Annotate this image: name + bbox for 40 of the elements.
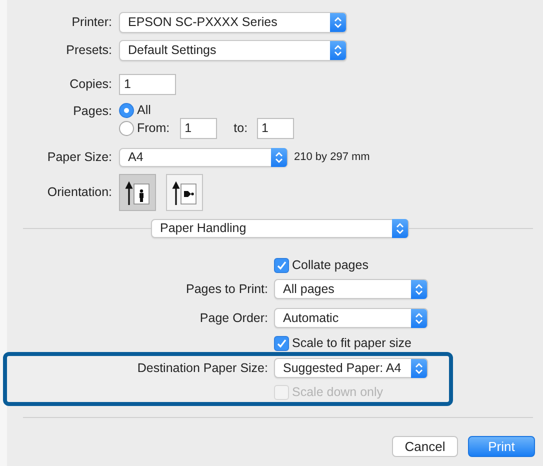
checkbox-label[interactable]: Collate pages	[292, 256, 368, 274]
cancel-button[interactable]: Cancel	[392, 436, 458, 457]
section-menu-select[interactable]: Paper Handling	[151, 219, 409, 238]
orientation-button[interactable]	[119, 174, 156, 211]
field-label: Printer:	[70, 14, 112, 32]
field-label: to:	[234, 120, 248, 138]
presets-select[interactable]: Default Settings	[119, 40, 347, 61]
field-label: Copies:	[68, 76, 112, 94]
radio-button[interactable]	[119, 121, 134, 136]
checkbox[interactable]	[274, 336, 289, 350]
field-label: Pages to Print:	[185, 280, 268, 298]
up-down-chevron-icon	[411, 280, 427, 298]
up-down-chevron-icon	[330, 13, 346, 32]
popup-select[interactable]: All pages	[274, 279, 428, 299]
checkbox-label[interactable]: Scale to fit paper size	[292, 334, 412, 352]
checkbox[interactable]	[274, 258, 289, 272]
up-down-chevron-icon	[411, 308, 427, 328]
checkbox-label: Scale down only	[292, 384, 384, 401]
orientation-button[interactable]	[166, 174, 203, 211]
field-label: Orientation:	[46, 184, 112, 202]
to-field[interactable]: 1	[256, 118, 294, 139]
copies-field[interactable]: 1	[119, 74, 176, 95]
field-label: Presets:	[65, 42, 112, 60]
field-label: Pages:	[72, 103, 112, 120]
radio-label[interactable]: From:	[137, 119, 170, 138]
popup-select[interactable]: Automatic	[274, 308, 428, 328]
up-down-chevron-icon	[330, 41, 346, 60]
popup-select[interactable]: Suggested Paper: A4	[274, 358, 428, 378]
paper-size-select[interactable]: A4	[119, 148, 288, 167]
up-down-chevron-icon	[392, 219, 408, 238]
field-label: Destination Paper Size:	[136, 360, 268, 377]
printer-select[interactable]: EPSON SC-PXXXX Series	[119, 12, 347, 33]
up-down-chevron-icon	[271, 148, 287, 167]
paper-dimensions: 210 by 297 mm	[294, 150, 370, 166]
radio-label[interactable]: All	[137, 100, 151, 120]
from-field[interactable]: 1	[180, 118, 217, 139]
up-down-chevron-icon	[411, 358, 427, 378]
field-label: Page Order:	[198, 310, 268, 327]
radio-button[interactable]	[119, 102, 134, 118]
field-label: Paper Size:	[46, 149, 112, 166]
